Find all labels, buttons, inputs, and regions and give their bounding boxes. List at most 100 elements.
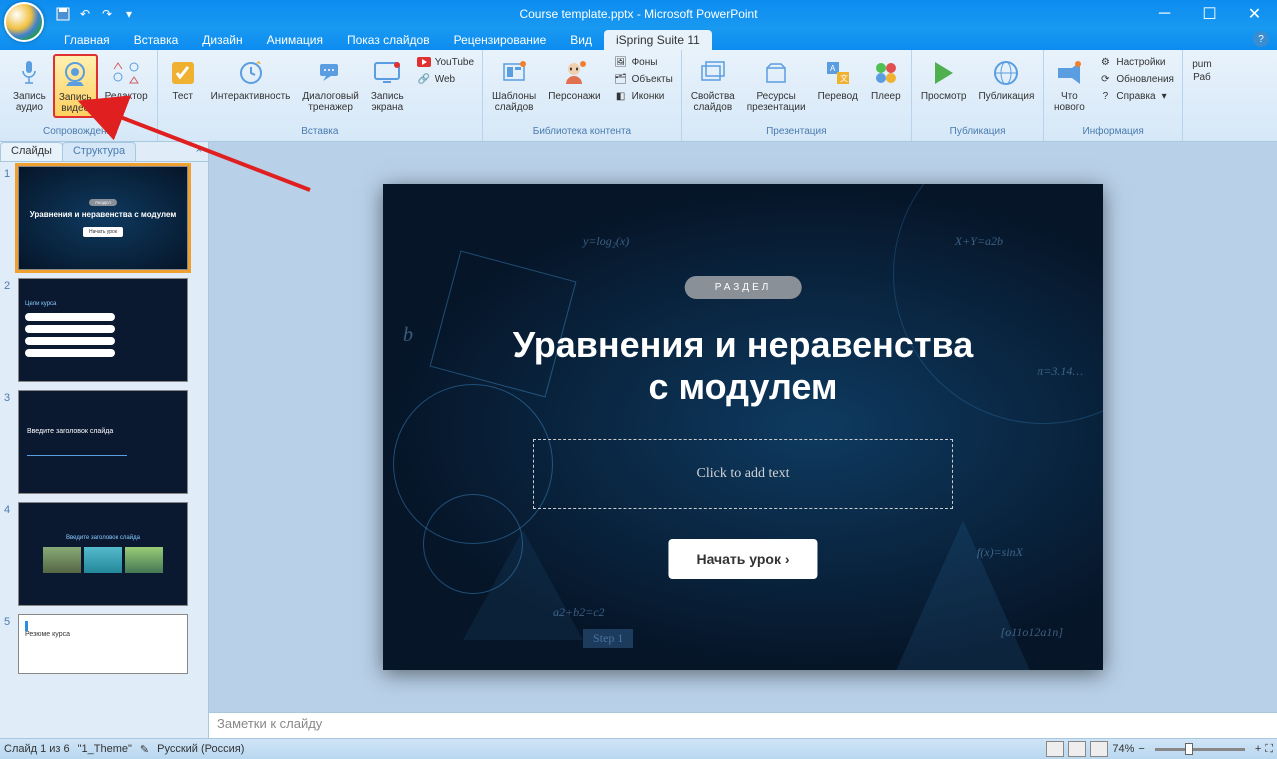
group-info-label: Информация: [1048, 124, 1178, 139]
tab-ispring[interactable]: iSpring Suite 11: [604, 30, 712, 50]
thumb-number: 1: [4, 166, 18, 270]
tab-view[interactable]: Вид: [558, 30, 604, 50]
fit-window-button[interactable]: ⛶: [1265, 743, 1273, 756]
player-button[interactable]: Плеер: [865, 54, 907, 105]
resources-button[interactable]: Ресурсы презентации: [742, 54, 811, 116]
status-language[interactable]: Русский (Россия): [157, 743, 244, 755]
updates-button[interactable]: ⟳Обновления: [1094, 71, 1178, 87]
slide-decor-text: a2+b2=c2: [553, 605, 605, 620]
play-icon: [928, 57, 960, 89]
tab-home[interactable]: Главная: [52, 30, 122, 50]
slide-decor-text: X+Y=a2b: [955, 234, 1003, 249]
quiz-icon: [167, 57, 199, 89]
tab-slideshow[interactable]: Показ слайдов: [335, 30, 442, 50]
translate-icon: A文: [822, 57, 854, 89]
thumbs-tab-slides[interactable]: Слайды: [0, 142, 63, 161]
qat-dropdown-icon[interactable]: ▾: [120, 5, 138, 23]
templates-button[interactable]: Шаблоны слайдов: [487, 54, 541, 116]
interaction-button[interactable]: Интерактивность: [206, 54, 296, 105]
slide-decor-text: [o11o12a1n]: [1001, 625, 1063, 640]
redo-icon[interactable]: ↷: [98, 5, 116, 23]
group-publish-label: Публикация: [916, 124, 1040, 139]
window-title: Course template.pptx - Microsoft PowerPo…: [519, 7, 757, 21]
whatsnew-icon: [1053, 57, 1085, 89]
templates-icon: [498, 57, 530, 89]
work-area: Слайды Структура × 1 РАЗДЕЛУравнения и н…: [0, 142, 1277, 738]
ribbon: Запись аудио Запись видео Редактор Сопро…: [0, 50, 1277, 142]
record-audio-button[interactable]: Запись аудио: [8, 54, 51, 116]
zoom-slider[interactable]: [1155, 748, 1245, 751]
microphone-icon: [13, 57, 45, 89]
zoom-in-button[interactable]: +: [1255, 743, 1261, 755]
thumb-number: 5: [4, 614, 18, 674]
sorter-view-button[interactable]: [1068, 741, 1086, 757]
quiz-button[interactable]: Тест: [162, 54, 204, 105]
ribbon-tabs: Главная Вставка Дизайн Анимация Показ сл…: [0, 28, 1277, 50]
help-button[interactable]: ?Справка▾: [1094, 88, 1178, 104]
pum-button[interactable]: pum Раб: [1187, 54, 1217, 86]
settings-button[interactable]: ⚙Настройки: [1094, 54, 1178, 70]
translate-button[interactable]: A文 Перевод: [813, 54, 863, 105]
minimize-button[interactable]: ─: [1142, 0, 1187, 28]
character-icon: [558, 57, 590, 89]
gear-icon: ⚙: [1098, 55, 1112, 69]
svg-text:文: 文: [840, 73, 848, 83]
player-icon: [870, 57, 902, 89]
slide-decor-text: f(x)=sinX: [977, 545, 1023, 560]
status-theme: "1_Theme": [78, 743, 132, 755]
slideprops-icon: [697, 57, 729, 89]
editor-button[interactable]: Редактор: [100, 54, 153, 105]
slide-text-placeholder[interactable]: Click to add text: [533, 439, 953, 509]
slide-thumbnail[interactable]: РАЗДЕЛУравнения и неравенства с модулемН…: [18, 166, 188, 270]
slide-thumbnail[interactable]: Введите заголовок слайда: [18, 502, 188, 606]
thumbs-list[interactable]: 1 РАЗДЕЛУравнения и неравенства с модуле…: [0, 162, 208, 738]
tab-insert[interactable]: Вставка: [122, 30, 191, 50]
notes-pane[interactable]: Заметки к слайду: [209, 712, 1277, 738]
publish-button[interactable]: Публикация: [973, 54, 1039, 105]
slide-editor: y=log₂(x) X+Y=a2b b π=3.14… a2+b2=c2 Ste…: [209, 142, 1277, 738]
globe-icon: [990, 57, 1022, 89]
backgrounds-button[interactable]: 🖼Фоны: [610, 54, 677, 70]
characters-button[interactable]: Персонажи: [543, 54, 605, 105]
whatsnew-button[interactable]: Что нового: [1048, 54, 1090, 116]
screen-icon: [371, 57, 403, 89]
maximize-button[interactable]: ☐: [1187, 0, 1232, 28]
slide-start-button[interactable]: Начать урок ›: [668, 539, 817, 579]
close-panel-icon[interactable]: ×: [190, 142, 208, 161]
slide-thumbnail[interactable]: Введите заголовок слайда: [18, 390, 188, 494]
help-icon[interactable]: ?: [1253, 31, 1269, 47]
resources-icon: [760, 57, 792, 89]
slide-props-button[interactable]: Свойства слайдов: [686, 54, 740, 116]
slide-canvas[interactable]: y=log₂(x) X+Y=a2b b π=3.14… a2+b2=c2 Ste…: [383, 184, 1103, 670]
slide-title[interactable]: Уравнения и неравенствас модулем: [383, 324, 1103, 408]
status-bar: Слайд 1 из 6 "1_Theme" ✎ Русский (Россия…: [0, 738, 1277, 759]
record-video-button[interactable]: Запись видео: [53, 54, 98, 118]
webcam-icon: [59, 58, 91, 90]
tab-animations[interactable]: Анимация: [255, 30, 335, 50]
slide-thumbnail[interactable]: Цели курса: [18, 278, 188, 382]
zoom-level[interactable]: 74%: [1112, 743, 1134, 755]
youtube-button[interactable]: YouTube: [413, 54, 478, 70]
zoom-out-button[interactable]: −: [1138, 743, 1144, 755]
close-button[interactable]: ✕: [1232, 0, 1277, 28]
tab-design[interactable]: Дизайн: [190, 30, 254, 50]
dialog-button[interactable]: Диалоговый тренажер: [297, 54, 364, 116]
slide-badge: РАЗДЕЛ: [685, 276, 802, 299]
thumb-number: 4: [4, 502, 18, 606]
office-button[interactable]: [4, 2, 44, 42]
save-icon[interactable]: [54, 5, 72, 23]
thumbs-tab-outline[interactable]: Структура: [62, 142, 136, 161]
icons-button[interactable]: ◧Иконки: [610, 88, 677, 104]
normal-view-button[interactable]: [1046, 741, 1064, 757]
screen-record-button[interactable]: Запись экрана: [366, 54, 409, 116]
objects-button[interactable]: 🗂Объекты: [610, 71, 677, 87]
slideshow-view-button[interactable]: [1090, 741, 1108, 757]
image-icon: 🖼: [614, 55, 628, 69]
preview-button[interactable]: Просмотр: [916, 54, 972, 105]
slide-thumbnail[interactable]: Резюме курса: [18, 614, 188, 674]
quick-access-toolbar: ↶ ↷ ▾: [54, 5, 138, 23]
web-button[interactable]: 🔗Web: [413, 71, 478, 87]
undo-icon[interactable]: ↶: [76, 5, 94, 23]
spellcheck-icon[interactable]: ✎: [140, 743, 149, 756]
tab-review[interactable]: Рецензирование: [442, 30, 559, 50]
